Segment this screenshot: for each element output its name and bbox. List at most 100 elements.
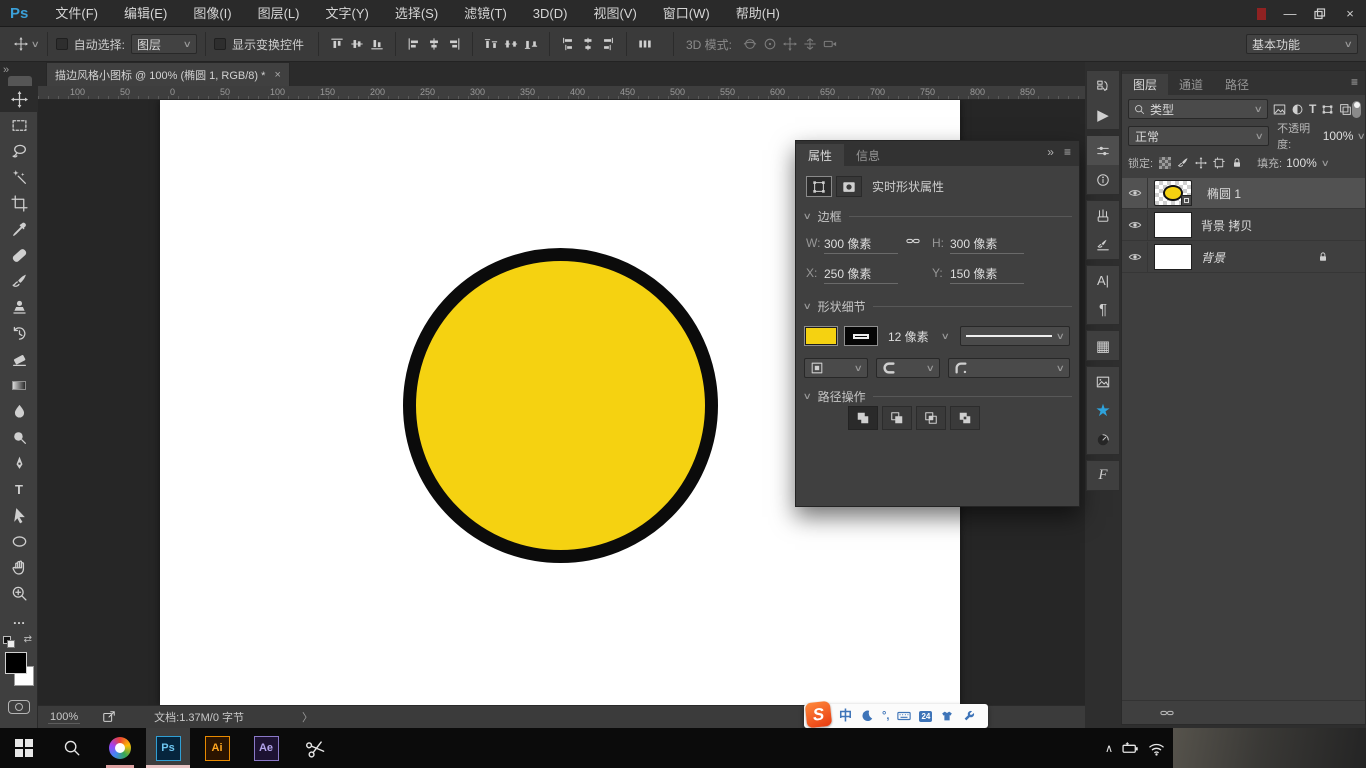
layer-row-background-copy[interactable]: 背景 拷贝 bbox=[1122, 210, 1365, 241]
tool-ellipse-shape[interactable] bbox=[0, 528, 38, 554]
y-value-field[interactable]: 150 像素 bbox=[950, 265, 1024, 284]
close-tab-icon[interactable]: × bbox=[274, 69, 280, 81]
align-right-edges-icon[interactable] bbox=[447, 37, 461, 51]
stroke-cap-dropdown[interactable]: ∨ bbox=[876, 358, 940, 378]
status-expand-icon[interactable]: 〉 bbox=[302, 709, 313, 725]
tool-blur[interactable] bbox=[0, 398, 38, 424]
layer-name[interactable]: 背景 bbox=[1201, 249, 1225, 266]
filter-pixel-layers-button[interactable] bbox=[1273, 103, 1286, 116]
tool-history-brush[interactable] bbox=[0, 320, 38, 346]
tool-hand[interactable] bbox=[0, 554, 38, 580]
panel-menu-icon[interactable]: ≡ bbox=[1064, 145, 1071, 159]
combine-shapes-button[interactable] bbox=[848, 406, 878, 430]
tool-pen[interactable] bbox=[0, 450, 38, 476]
layer-thumbnail[interactable] bbox=[1154, 244, 1192, 270]
layer-name[interactable]: 背景 拷贝 bbox=[1201, 217, 1252, 234]
collapse-panel-icon[interactable]: » bbox=[1047, 145, 1054, 159]
lock-paint-button[interactable] bbox=[1177, 157, 1189, 169]
panel-menu-icon[interactable]: ≡ bbox=[1351, 75, 1358, 89]
layer-row-background[interactable]: 背景 bbox=[1122, 242, 1365, 273]
tool-preset-picker[interactable]: ∨ bbox=[14, 37, 39, 51]
fill-color-swatch[interactable] bbox=[804, 326, 838, 346]
tool-lasso[interactable] bbox=[0, 138, 38, 164]
stroke-color-swatch[interactable] bbox=[844, 326, 878, 346]
zoom-level-field[interactable]: 100% bbox=[48, 711, 80, 724]
mask-properties-button[interactable] bbox=[836, 176, 862, 197]
history-panel-button[interactable] bbox=[1087, 71, 1119, 100]
start-button[interactable] bbox=[2, 728, 46, 768]
ellipse-shape[interactable] bbox=[403, 248, 718, 563]
filter-toggle-switch[interactable] bbox=[1352, 101, 1361, 118]
align-horizontal-centers-icon[interactable] bbox=[427, 37, 441, 51]
workspace-switcher[interactable]: 基本功能 ∨ bbox=[1246, 34, 1358, 54]
menu-file[interactable]: 文件(F) bbox=[42, 0, 111, 27]
document-tab[interactable]: 描边风格小图标 @ 100% (椭圆 1, RGB/8) * × bbox=[46, 62, 290, 86]
link-dimensions-icon[interactable] bbox=[906, 234, 920, 248]
share-icon[interactable] bbox=[102, 710, 116, 724]
chevron-down-icon[interactable]: ∨ bbox=[1321, 158, 1330, 169]
tool-quick-select[interactable] bbox=[0, 164, 38, 190]
x-value-field[interactable]: 250 像素 bbox=[824, 265, 898, 284]
height-value-field[interactable]: 300 像素 bbox=[950, 235, 1024, 254]
tab-channels[interactable]: 通道 bbox=[1168, 74, 1214, 95]
taskbar-browser-button[interactable] bbox=[98, 728, 142, 768]
menu-filter[interactable]: 滤镜(T) bbox=[451, 0, 520, 27]
tool-brush[interactable] bbox=[0, 268, 38, 294]
foreground-color-swatch[interactable] bbox=[5, 652, 27, 674]
layer-thumbnail[interactable] bbox=[1154, 180, 1192, 206]
distribute-spacing-icon[interactable] bbox=[638, 37, 652, 51]
filter-adjustment-layers-button[interactable] bbox=[1291, 103, 1304, 116]
favorites-panel-button[interactable]: ★ bbox=[1087, 396, 1119, 425]
filter-type-layers-button[interactable]: T bbox=[1309, 102, 1316, 116]
align-bottom-edges-icon[interactable] bbox=[370, 37, 384, 51]
exclude-shapes-button[interactable] bbox=[950, 406, 980, 430]
3d-slide-icon[interactable] bbox=[803, 37, 817, 51]
collapse-panels-icon[interactable]: » bbox=[3, 64, 8, 76]
tool-eraser[interactable] bbox=[0, 346, 38, 372]
chevron-down-icon[interactable]: ∨ bbox=[1357, 131, 1366, 142]
menu-layer[interactable]: 图层(L) bbox=[245, 0, 313, 27]
wrench-icon[interactable] bbox=[962, 709, 976, 723]
filter-type-dropdown[interactable]: 类型 ∨ bbox=[1128, 99, 1268, 119]
visibility-toggle[interactable] bbox=[1122, 178, 1148, 209]
menu-window[interactable]: 窗口(W) bbox=[650, 0, 723, 27]
auto-select-checkbox[interactable] bbox=[56, 38, 68, 50]
stroke-align-dropdown[interactable]: ∨ bbox=[804, 358, 868, 378]
visibility-toggle[interactable] bbox=[1122, 210, 1148, 241]
live-shape-button[interactable] bbox=[806, 176, 832, 197]
tool-eyedropper[interactable] bbox=[0, 216, 38, 242]
sogou-logo-icon[interactable]: S bbox=[805, 700, 832, 727]
stroke-corner-dropdown[interactable]: ∨ bbox=[948, 358, 1070, 378]
actions-panel-button[interactable]: ▶ bbox=[1087, 100, 1119, 129]
distribute-top-edges-icon[interactable] bbox=[484, 37, 498, 51]
menu-edit[interactable]: 编辑(E) bbox=[111, 0, 180, 27]
opacity-value-field[interactable]: 100% bbox=[1323, 129, 1354, 143]
toolbar-grip[interactable] bbox=[8, 76, 32, 86]
shape-detail-section-header[interactable]: ∨ 形状细节 bbox=[804, 298, 1072, 315]
subtract-shape-button[interactable] bbox=[882, 406, 912, 430]
blend-mode-dropdown[interactable]: 正常 ∨ bbox=[1128, 126, 1269, 146]
tab-paths[interactable]: 路径 bbox=[1214, 74, 1260, 95]
align-vertical-centers-icon[interactable] bbox=[350, 37, 364, 51]
tool-healing-brush[interactable] bbox=[0, 242, 38, 268]
tool-dodge[interactable] bbox=[0, 424, 38, 450]
tool-zoom[interactable] bbox=[0, 580, 38, 606]
fill-value-field[interactable]: 100% bbox=[1286, 156, 1317, 170]
tool-path-selection[interactable] bbox=[0, 502, 38, 528]
menu-type[interactable]: 文字(Y) bbox=[312, 0, 381, 27]
tab-layers[interactable]: 图层 bbox=[1122, 74, 1168, 95]
border-section-header[interactable]: ∨ 边框 bbox=[804, 208, 1072, 225]
quick-mask-button[interactable] bbox=[8, 700, 30, 714]
menu-help[interactable]: 帮助(H) bbox=[723, 0, 793, 27]
lock-all-button[interactable] bbox=[1231, 157, 1243, 169]
distribute-left-edges-icon[interactable] bbox=[561, 37, 575, 51]
auto-select-dropdown[interactable]: 图层 ∨ bbox=[131, 34, 197, 54]
layer-row-ellipse[interactable]: 椭圆 1 bbox=[1122, 178, 1365, 209]
styles-panel-button[interactable]: F bbox=[1087, 461, 1119, 490]
default-colors-widget[interactable]: ⇄ bbox=[3, 634, 33, 648]
intersect-shapes-button[interactable] bbox=[916, 406, 946, 430]
menu-select[interactable]: 选择(S) bbox=[382, 0, 451, 27]
info-panel-button[interactable] bbox=[1087, 165, 1119, 194]
moon-icon[interactable] bbox=[860, 709, 874, 723]
distribute-right-edges-icon[interactable] bbox=[601, 37, 615, 51]
